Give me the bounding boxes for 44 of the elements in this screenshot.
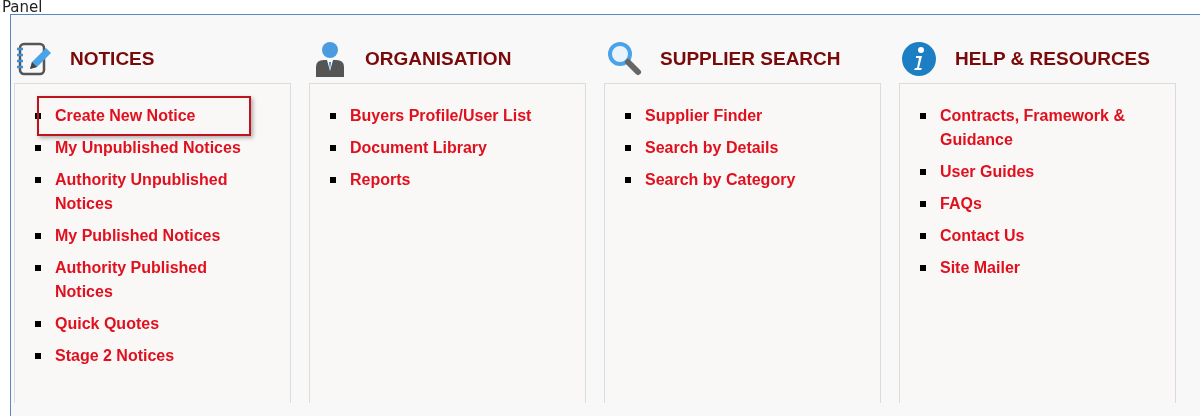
menu-link[interactable]: My Unpublished Notices [55, 136, 241, 160]
bullet-icon [35, 177, 41, 183]
bullet-icon [330, 177, 336, 183]
bullet-icon [920, 233, 926, 239]
menu-link[interactable]: Stage 2 Notices [55, 344, 175, 368]
bullet-icon [35, 353, 41, 359]
bullet-icon [625, 113, 631, 119]
menu-link[interactable]: Quick Quotes [55, 312, 160, 336]
bullet-icon [920, 201, 926, 207]
menu-link[interactable]: Buyers Profile/User List [350, 104, 532, 128]
bullet-icon [35, 233, 41, 239]
menu-link[interactable]: Contact Us [940, 224, 1025, 248]
notepad-pencil-icon [16, 41, 54, 77]
section-title: NOTICES [70, 48, 155, 70]
menu-link[interactable]: Authority Published Notices [55, 256, 260, 304]
menu-link[interactable]: Contracts, Framework & Guidance [940, 104, 1145, 152]
bullet-icon [35, 113, 41, 119]
page-title: Panel [1, 0, 44, 14]
menu-link[interactable]: Supplier Finder [645, 104, 763, 128]
bullet-icon [35, 265, 41, 271]
menu-link[interactable]: Create New Notice [55, 104, 196, 128]
menu-link[interactable]: Site Mailer [940, 256, 1021, 280]
section-title: ORGANISATION [365, 48, 512, 70]
bullet-icon [330, 145, 336, 151]
bullet-icon [920, 265, 926, 271]
bullet-icon [920, 113, 926, 119]
menu-link[interactable]: User Guides [940, 160, 1035, 184]
menu-link[interactable]: Reports [350, 168, 411, 192]
bullet-icon [625, 177, 631, 183]
menu-link[interactable]: My Published Notices [55, 224, 221, 248]
bullet-icon [330, 113, 336, 119]
menu-link[interactable]: Authority Unpublished Notices [55, 168, 260, 216]
menu-link[interactable]: FAQs [940, 192, 982, 216]
search-icon [606, 41, 644, 77]
menu-link[interactable]: Search by Category [645, 168, 796, 192]
bullet-icon [920, 169, 926, 175]
info-icon [901, 41, 939, 77]
section-title: HELP & RESOURCES [955, 48, 1150, 70]
bullet-icon [35, 321, 41, 327]
menu-link[interactable]: Document Library [350, 136, 487, 160]
menu-link[interactable]: Search by Details [645, 136, 779, 160]
section-title: SUPPLIER SEARCH [660, 48, 841, 70]
bullet-icon [35, 145, 41, 151]
bullet-icon [625, 145, 631, 151]
